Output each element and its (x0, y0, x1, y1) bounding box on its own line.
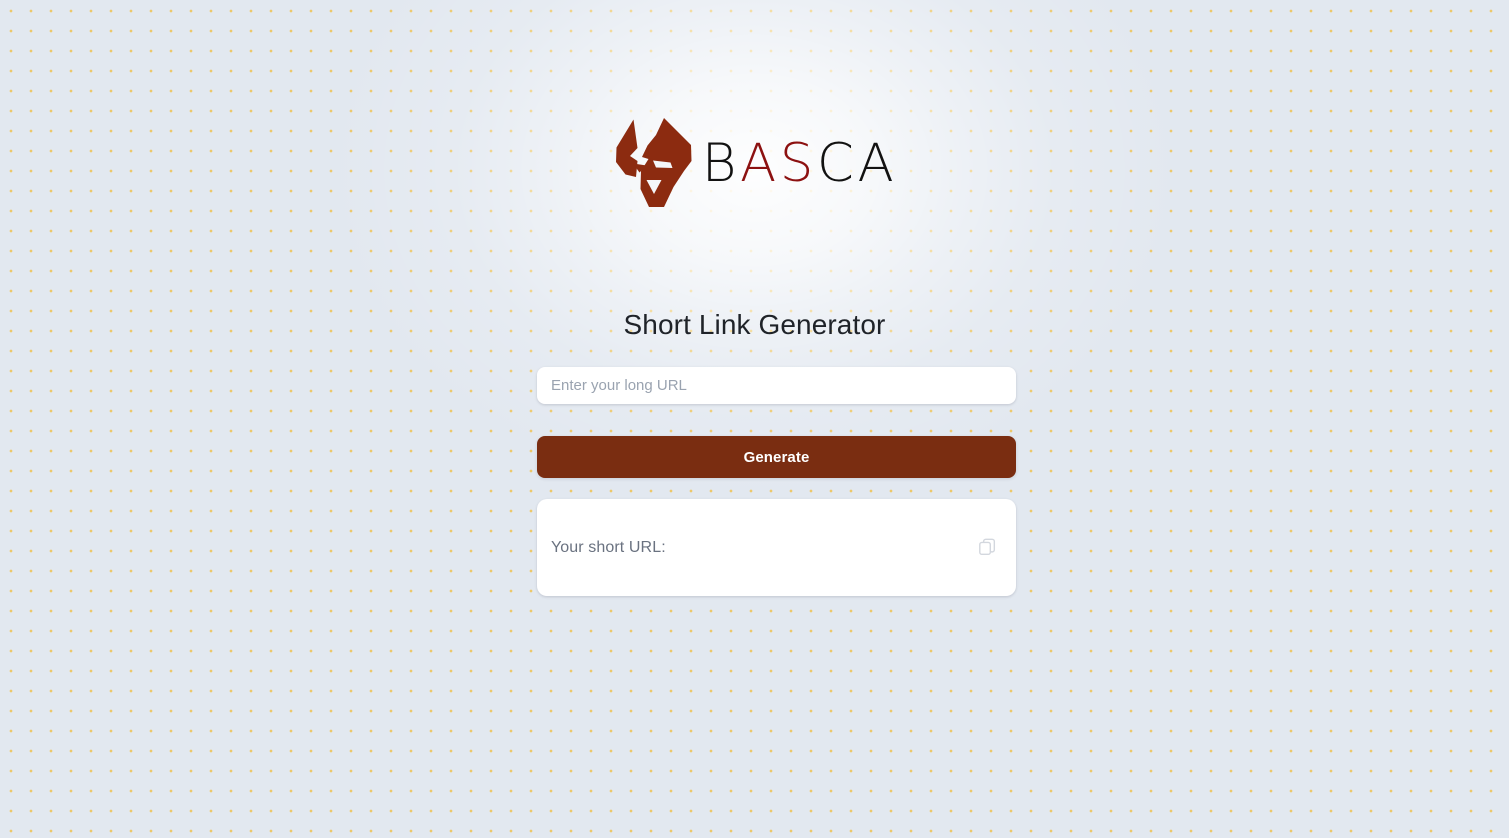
wolf-head-icon (615, 118, 692, 207)
wordmark-letter-a2: A (857, 132, 898, 194)
wordmark-letter-c: C (816, 132, 858, 194)
short-url-label: Your short URL: (551, 538, 666, 556)
brand-logo: BASCA (0, 108, 1509, 218)
generate-button[interactable]: Generate (537, 436, 1016, 478)
wordmark-letter-a1: A (740, 132, 780, 194)
url-input[interactable] (537, 367, 1016, 404)
short-url-result-card: Your short URL: (537, 499, 1016, 596)
wordmark-letter-s: S (779, 132, 817, 194)
page-root: BASCA Short Link Generator Generate Your… (0, 0, 1509, 838)
copy-icon[interactable] (977, 537, 998, 558)
page-title: Short Link Generator (623, 309, 886, 340)
brand-wordmark: BASCA (702, 137, 897, 190)
wordmark-letter-b: B (701, 132, 740, 194)
